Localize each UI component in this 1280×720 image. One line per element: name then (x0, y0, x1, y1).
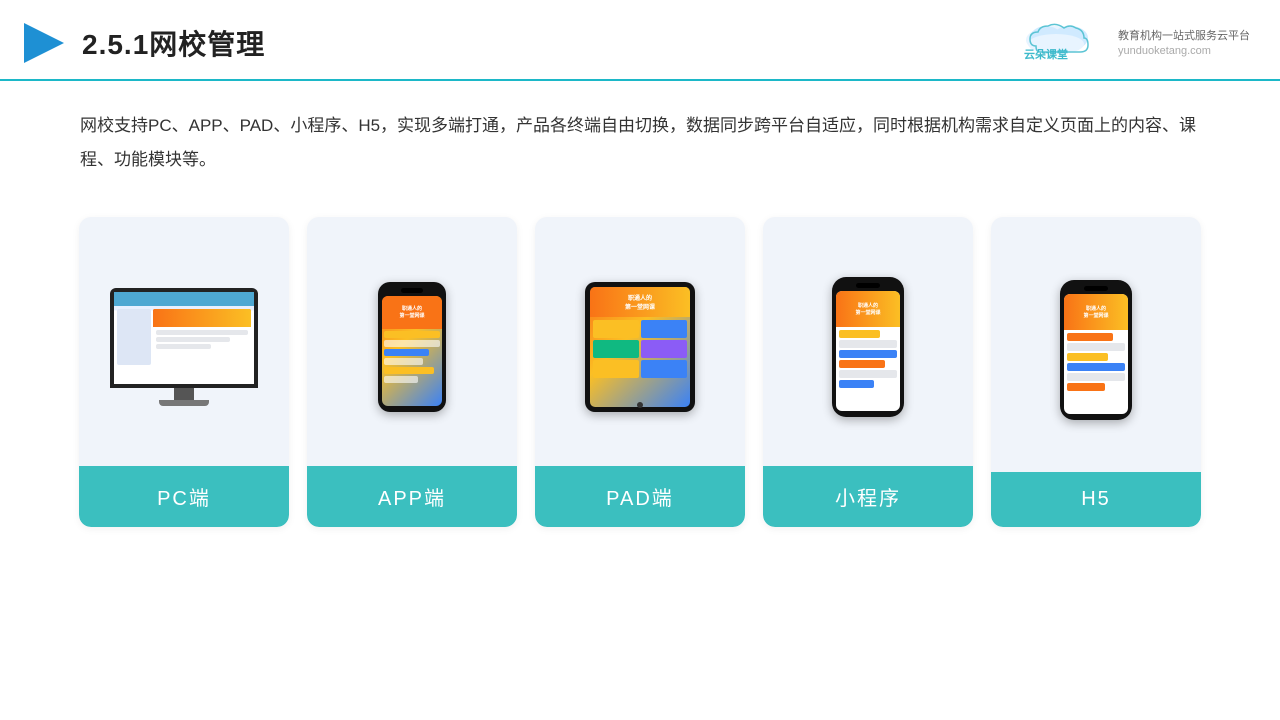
description-content: 网校支持PC、APP、PAD、小程序、H5，实现多端打通，产品各终端自由切换，数… (80, 116, 1196, 169)
svg-text:云朵课堂: 云朵课堂 (1024, 47, 1068, 61)
card-h5-label: H5 (991, 472, 1201, 527)
miniapp-image-area: 职通人的第一堂网课 (763, 217, 973, 466)
logo-cloud-icon: 云朵课堂 (1018, 18, 1108, 67)
h5-phone: 职通人的第一堂网课 (1060, 280, 1132, 420)
miniapp-mockup: 职通人的第一堂网课 (832, 277, 904, 417)
pad-tablet: 职通人的第一堂网课 (585, 282, 695, 412)
pad-screen: 职通人的第一堂网课 (590, 287, 690, 407)
miniapp-phone: 职通人的第一堂网课 (832, 277, 904, 417)
card-pc-label: PC端 (79, 466, 289, 527)
app-image-area: 职通人的第一堂网课 (307, 217, 517, 466)
card-miniapp-label: 小程序 (763, 466, 973, 527)
logo-area: 云朵课堂 教育机构一站式服务云平台 yunduoketang.com (1018, 18, 1250, 67)
card-h5[interactable]: 职通人的第一堂网课 H5 (991, 217, 1201, 527)
h5-screen: 职通人的第一堂网课 (1064, 294, 1128, 414)
logo-slogan: 教育机构一站式服务云平台 (1118, 28, 1250, 45)
card-miniapp[interactable]: 职通人的第一堂网课 小程序 (763, 217, 973, 527)
pc-mockup (110, 288, 258, 406)
h5-mockup: 职通人的第一堂网课 (1060, 280, 1132, 420)
card-app[interactable]: 职通人的第一堂网课 APP端 (307, 217, 517, 527)
h5-image-area: 职通人的第一堂网课 (991, 217, 1201, 472)
miniapp-screen: 职通人的第一堂网课 (836, 291, 900, 411)
page-title: 2.5.1网校管理 (82, 23, 265, 63)
logo-url: yunduoketang.com (1118, 45, 1211, 57)
card-pad[interactable]: 职通人的第一堂网课 PAD端 (535, 217, 745, 527)
pc-monitor (110, 288, 258, 388)
card-pc[interactable]: PC端 (79, 217, 289, 527)
app-mockup: 职通人的第一堂网课 (378, 282, 446, 412)
app-screen: 职通人的第一堂网课 (382, 296, 442, 406)
pad-image-area: 职通人的第一堂网课 (535, 217, 745, 466)
header-left: 2.5.1网校管理 (20, 19, 265, 67)
pc-screen (114, 292, 254, 384)
app-phone: 职通人的第一堂网课 (378, 282, 446, 412)
header: 2.5.1网校管理 云朵课堂 教育机构一站式服务云平台 yunduoketang… (0, 0, 1280, 81)
description-text: 网校支持PC、APP、PAD、小程序、H5，实现多端打通，产品各终端自由切换，数… (0, 81, 1280, 177)
pad-mockup: 职通人的第一堂网课 (585, 282, 695, 412)
pc-image-area (79, 217, 289, 466)
card-pad-label: PAD端 (535, 466, 745, 527)
cards-section: PC端 职通人的第一堂网课 (0, 187, 1280, 527)
play-icon (20, 19, 68, 67)
card-app-label: APP端 (307, 466, 517, 527)
